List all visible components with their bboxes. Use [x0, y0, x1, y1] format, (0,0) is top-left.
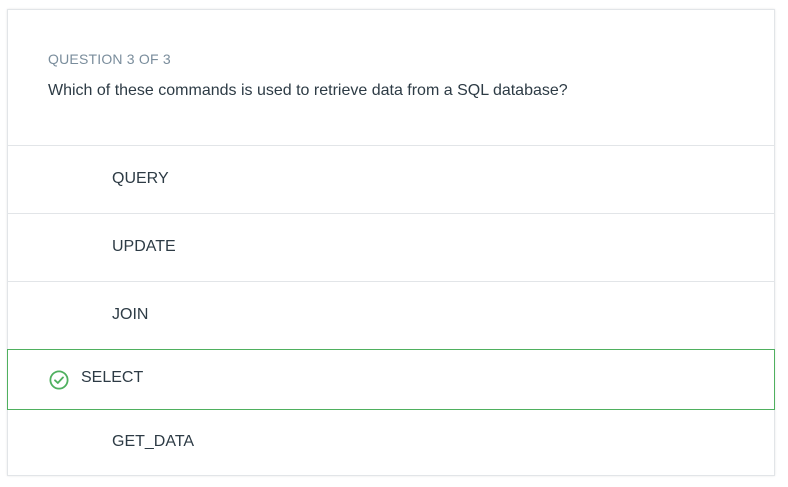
- answer-option-get-data[interactable]: GET_DATA: [8, 410, 774, 476]
- quiz-card: QUESTION 3 OF 3 Which of these commands …: [7, 9, 775, 476]
- answer-label: UPDATE: [112, 238, 176, 255]
- answer-option-join[interactable]: JOIN: [8, 282, 774, 350]
- answer-option-update[interactable]: UPDATE: [8, 214, 774, 282]
- answer-option-select[interactable]: SELECT: [7, 349, 775, 410]
- answer-label: QUERY: [112, 170, 169, 187]
- answer-list: QUERY UPDATE JOIN SELECT GET_DATA: [7, 146, 775, 476]
- answer-label: JOIN: [112, 306, 149, 323]
- question-text: Which of these commands is used to retri…: [48, 82, 568, 99]
- question-header: QUESTION 3 OF 3 Which of these commands …: [8, 10, 774, 146]
- answer-label: SELECT: [81, 369, 144, 386]
- question-counter: QUESTION 3 OF 3: [48, 51, 171, 67]
- check-circle-icon: [49, 370, 69, 390]
- answer-option-query[interactable]: QUERY: [8, 146, 774, 214]
- answer-label: GET_DATA: [112, 433, 195, 450]
